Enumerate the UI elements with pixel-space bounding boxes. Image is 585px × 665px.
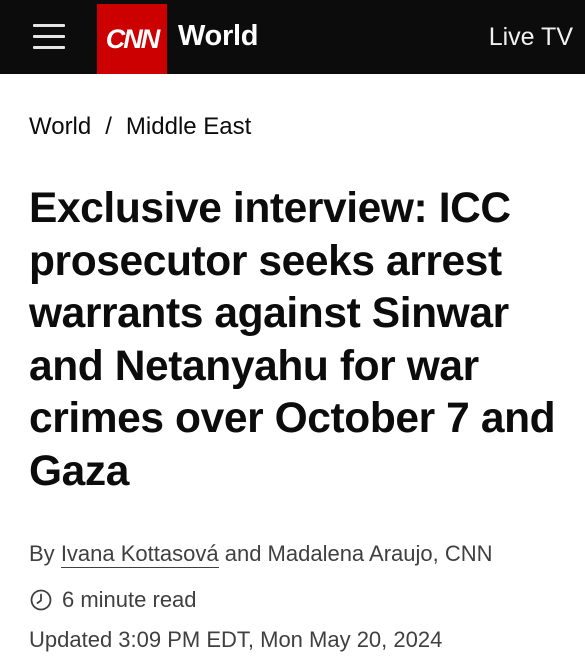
article-headline: Exclusive interview: ICC prosecutor seek…: [29, 185, 556, 495]
read-time-text: 6 minute read: [62, 587, 197, 612]
top-nav-bar: CNN World Live TV: [0, 0, 585, 74]
live-tv-link[interactable]: Live TV: [489, 23, 573, 52]
menu-line: [33, 35, 65, 38]
read-time: 6 minute read: [30, 587, 197, 613]
clock-icon: [30, 589, 52, 611]
breadcrumb-item-middle-east[interactable]: Middle East: [126, 113, 251, 140]
cnn-logo[interactable]: CNN: [97, 4, 167, 74]
menu-line: [33, 46, 65, 49]
byline: By Ivana Kottasová and Madalena Araujo, …: [29, 541, 493, 568]
menu-line: [33, 24, 65, 27]
cnn-logo-text: CNN: [105, 23, 160, 54]
breadcrumb-item-world[interactable]: World: [29, 113, 91, 140]
byline-prefix: By: [29, 541, 55, 566]
byline-rest: and Madalena Araujo, CNN: [224, 541, 493, 566]
breadcrumb: World / Middle East: [29, 113, 251, 141]
hamburger-menu-icon[interactable]: [33, 21, 65, 51]
updated-timestamp: Updated 3:09 PM EDT, Mon May 20, 2024: [29, 627, 443, 652]
author-link[interactable]: Ivana Kottasová: [60, 541, 219, 568]
section-title[interactable]: World: [178, 20, 258, 53]
breadcrumb-separator: /: [105, 113, 112, 140]
